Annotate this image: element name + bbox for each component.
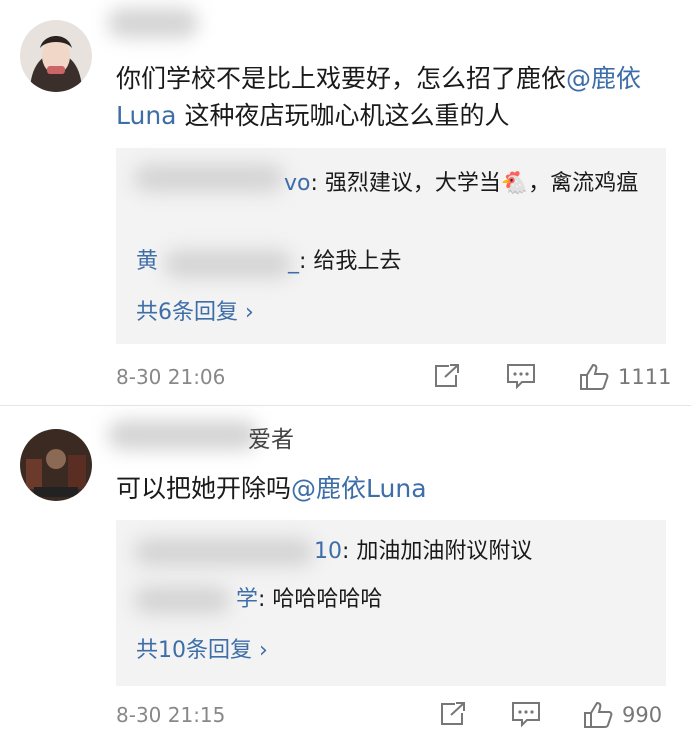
share-button[interactable] [432, 362, 462, 390]
like-count: 990 [622, 703, 663, 727]
like-icon [584, 701, 613, 728]
comment-text: 可以把她开除吗@鹿依Luna [116, 474, 427, 503]
reply-item: vo: 强烈建议，大学当🐔，禽流鸡瘟 [284, 171, 639, 196]
like-count: 1111 [618, 365, 672, 389]
reply-box[interactable]: vo: 强烈建议，大学当🐔，禽流鸡瘟 黄 _: 给我上去 共6条回复 › [116, 148, 666, 344]
username-suffix[interactable]: 爱者 [248, 420, 294, 454]
comment-icon [512, 702, 540, 728]
reply-box[interactable]: 10: 加油加油附议附议 学: 哈哈哈哈哈 共10条回复 › [116, 520, 666, 686]
comment-button[interactable] [510, 700, 542, 728]
timestamp: 8-30 21:06 [116, 365, 226, 389]
like-icon [580, 363, 609, 390]
reply-item: 学: 哈哈哈哈哈 [236, 587, 383, 612]
timestamp: 8-30 21:15 [116, 703, 226, 727]
avatar[interactable] [20, 429, 92, 501]
more-replies-link[interactable]: 共10条回复 › [136, 632, 268, 664]
avatar[interactable] [20, 20, 92, 92]
share-icon [441, 702, 465, 725]
comment-button[interactable] [505, 362, 537, 390]
share-icon [435, 364, 459, 387]
like-button[interactable]: 1111 [578, 362, 671, 392]
reply-item: 10: 加油加油附议附议 [314, 539, 533, 564]
like-button[interactable]: 990 [582, 700, 662, 730]
share-button[interactable] [438, 700, 468, 728]
comment-item: 爱者 可以把她开除吗@鹿依Luna 10: 加油加油附议附议 学: 哈哈哈哈哈 … [0, 406, 691, 742]
username-blurred[interactable] [108, 420, 258, 450]
comment-item: 你们学校不是比上戏要好，怎么招了鹿依@鹿依Luna 这种夜店玩咖心机这么重的人 … [0, 0, 691, 405]
mention-link[interactable]: @鹿依Luna [291, 474, 427, 503]
comment-icon [507, 364, 535, 390]
username-blurred[interactable] [108, 8, 198, 38]
more-replies-link[interactable]: 共6条回复 › [136, 294, 254, 326]
comment-text: 你们学校不是比上戏要好，怎么招了鹿依@鹿依Luna 这种夜店玩咖心机这么重的人 [116, 64, 642, 130]
reply-item: 黄 _: 给我上去 [136, 249, 402, 274]
